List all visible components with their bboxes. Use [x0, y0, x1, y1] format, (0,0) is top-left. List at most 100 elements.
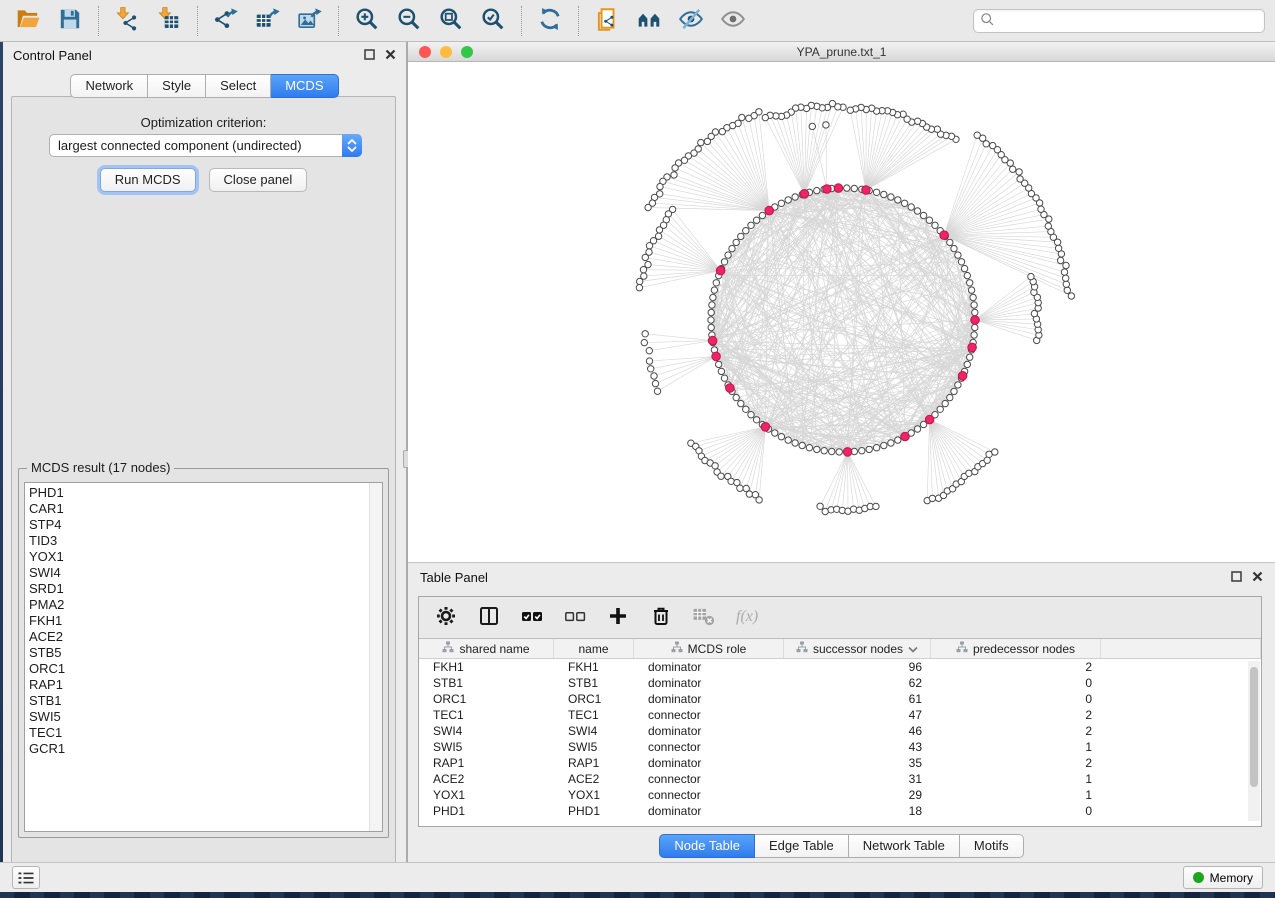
- search-input[interactable]: [995, 14, 1258, 28]
- column-header-successor-nodes[interactable]: successor nodes: [784, 639, 931, 658]
- network-leaf-node[interactable]: [1055, 245, 1061, 251]
- network-node[interactable]: [914, 208, 920, 214]
- network-leaf-node[interactable]: [646, 243, 652, 249]
- network-node[interactable]: [926, 217, 932, 223]
- network-node[interactable]: [713, 280, 719, 286]
- network-node[interactable]: [778, 200, 784, 206]
- export-image-button[interactable]: [292, 5, 328, 37]
- table-row[interactable]: PHD1PHD1dominator180: [419, 803, 1261, 819]
- network-leaf-node[interactable]: [1063, 275, 1069, 281]
- network-node[interactable]: [967, 280, 973, 286]
- network-leaf-node[interactable]: [657, 183, 663, 189]
- network-node[interactable]: [743, 406, 749, 412]
- network-leaf-node[interactable]: [762, 114, 768, 120]
- network-node[interactable]: [738, 400, 744, 406]
- share-document-button[interactable]: [589, 5, 625, 37]
- network-leaf-node[interactable]: [974, 132, 980, 138]
- table-row[interactable]: SWI4SWI4dominator462: [419, 723, 1261, 739]
- table-row[interactable]: ORC1ORC1dominator610: [419, 691, 1261, 707]
- network-leaf-node[interactable]: [737, 485, 743, 491]
- network-leaf-node[interactable]: [847, 107, 853, 113]
- network-node[interactable]: [888, 440, 894, 446]
- network-node[interactable]: [968, 287, 974, 293]
- save-session-button[interactable]: [52, 5, 88, 37]
- tab-network-table[interactable]: Network Table: [849, 834, 960, 858]
- network-leaf-node[interactable]: [637, 278, 643, 284]
- mcds-result-item[interactable]: TEC1: [25, 725, 368, 741]
- column-header-name[interactable]: name: [554, 639, 634, 658]
- network-node[interactable]: [806, 445, 812, 451]
- table-row[interactable]: SWI5SWI5connector431: [419, 739, 1261, 755]
- network-node[interactable]: [888, 194, 894, 200]
- network-node[interactable]: [792, 440, 798, 446]
- mcds-result-list[interactable]: PHD1CAR1STP4TID3YOX1SWI4SRD1PMA2FKH1ACE2…: [24, 482, 383, 832]
- close-panel-icon[interactable]: [385, 48, 396, 63]
- network-leaf-node[interactable]: [640, 267, 646, 273]
- network-leaf-node[interactable]: [718, 473, 724, 479]
- network-leaf-node[interactable]: [929, 495, 935, 501]
- network-node[interactable]: [873, 445, 879, 451]
- network-hub-node[interactable]: [761, 423, 770, 432]
- network-node[interactable]: [901, 200, 907, 206]
- column-header-MCDS-role[interactable]: MCDS role: [634, 639, 784, 658]
- mcds-result-item[interactable]: ACE2: [25, 629, 368, 645]
- network-node[interactable]: [964, 272, 970, 278]
- optimization-criterion-select[interactable]: largest connected component (undirected): [49, 134, 362, 157]
- export-table-button[interactable]: [250, 5, 286, 37]
- import-network-button[interactable]: [109, 5, 145, 37]
- network-node[interactable]: [738, 233, 744, 239]
- network-node[interactable]: [951, 245, 957, 251]
- refresh-view-button[interactable]: [532, 5, 568, 37]
- show-graphics-details-button[interactable]: [715, 5, 751, 37]
- network-hub-node[interactable]: [800, 190, 809, 199]
- network-leaf-node[interactable]: [636, 285, 642, 291]
- mcds-result-item[interactable]: YOX1: [25, 549, 368, 565]
- unselect-all-columns-button[interactable]: [558, 602, 592, 634]
- network-node[interactable]: [967, 354, 973, 360]
- network-node[interactable]: [733, 239, 739, 245]
- network-node[interactable]: [851, 185, 857, 191]
- mcds-result-item[interactable]: RAP1: [25, 677, 368, 693]
- mcds-result-item[interactable]: PMA2: [25, 597, 368, 613]
- network-node[interactable]: [908, 204, 914, 210]
- zoom-selected-button[interactable]: [475, 5, 511, 37]
- tab-select[interactable]: Select: [206, 74, 271, 98]
- select-all-columns-button[interactable]: [515, 602, 549, 634]
- network-node[interactable]: [753, 417, 759, 423]
- network-hub-node[interactable]: [862, 186, 871, 195]
- network-node[interactable]: [958, 259, 964, 265]
- network-hub-node[interactable]: [716, 266, 725, 275]
- network-leaf-node[interactable]: [873, 503, 879, 509]
- network-leaf-node[interactable]: [1063, 281, 1069, 287]
- network-hub-node[interactable]: [726, 384, 735, 393]
- table-row[interactable]: FKH1FKH1dominator962: [419, 659, 1261, 675]
- mcds-list-scrollbar[interactable]: [369, 483, 382, 831]
- mcds-result-item[interactable]: ORC1: [25, 661, 368, 677]
- network-node[interactable]: [955, 252, 961, 258]
- network-leaf-node[interactable]: [746, 491, 752, 497]
- mcds-result-item[interactable]: TID3: [25, 533, 368, 549]
- network-leaf-node[interactable]: [641, 339, 647, 345]
- network-node[interactable]: [942, 400, 948, 406]
- tab-network[interactable]: Network: [70, 74, 148, 98]
- network-node[interactable]: [859, 448, 865, 454]
- tab-node-table[interactable]: Node Table: [659, 834, 755, 858]
- export-network-button[interactable]: [208, 5, 244, 37]
- network-node[interactable]: [814, 187, 820, 193]
- mcds-result-item[interactable]: STP4: [25, 517, 368, 533]
- network-canvas[interactable]: [408, 62, 1275, 562]
- network-hub-node[interactable]: [940, 231, 949, 240]
- network-node[interactable]: [778, 434, 784, 440]
- network-node[interactable]: [972, 309, 978, 315]
- network-leaf-node[interactable]: [646, 348, 652, 354]
- network-leaf-node[interactable]: [1063, 262, 1069, 268]
- network-leaf-node[interactable]: [698, 139, 704, 145]
- network-leaf-node[interactable]: [990, 142, 996, 148]
- network-node[interactable]: [709, 302, 715, 308]
- delete-columns-button[interactable]: [644, 602, 678, 634]
- network-leaf-node[interactable]: [1038, 206, 1044, 212]
- mcds-result-item[interactable]: PHD1: [25, 485, 368, 501]
- close-panel-button[interactable]: Close panel: [209, 168, 308, 192]
- network-leaf-node[interactable]: [1016, 169, 1022, 175]
- network-node[interactable]: [711, 287, 717, 293]
